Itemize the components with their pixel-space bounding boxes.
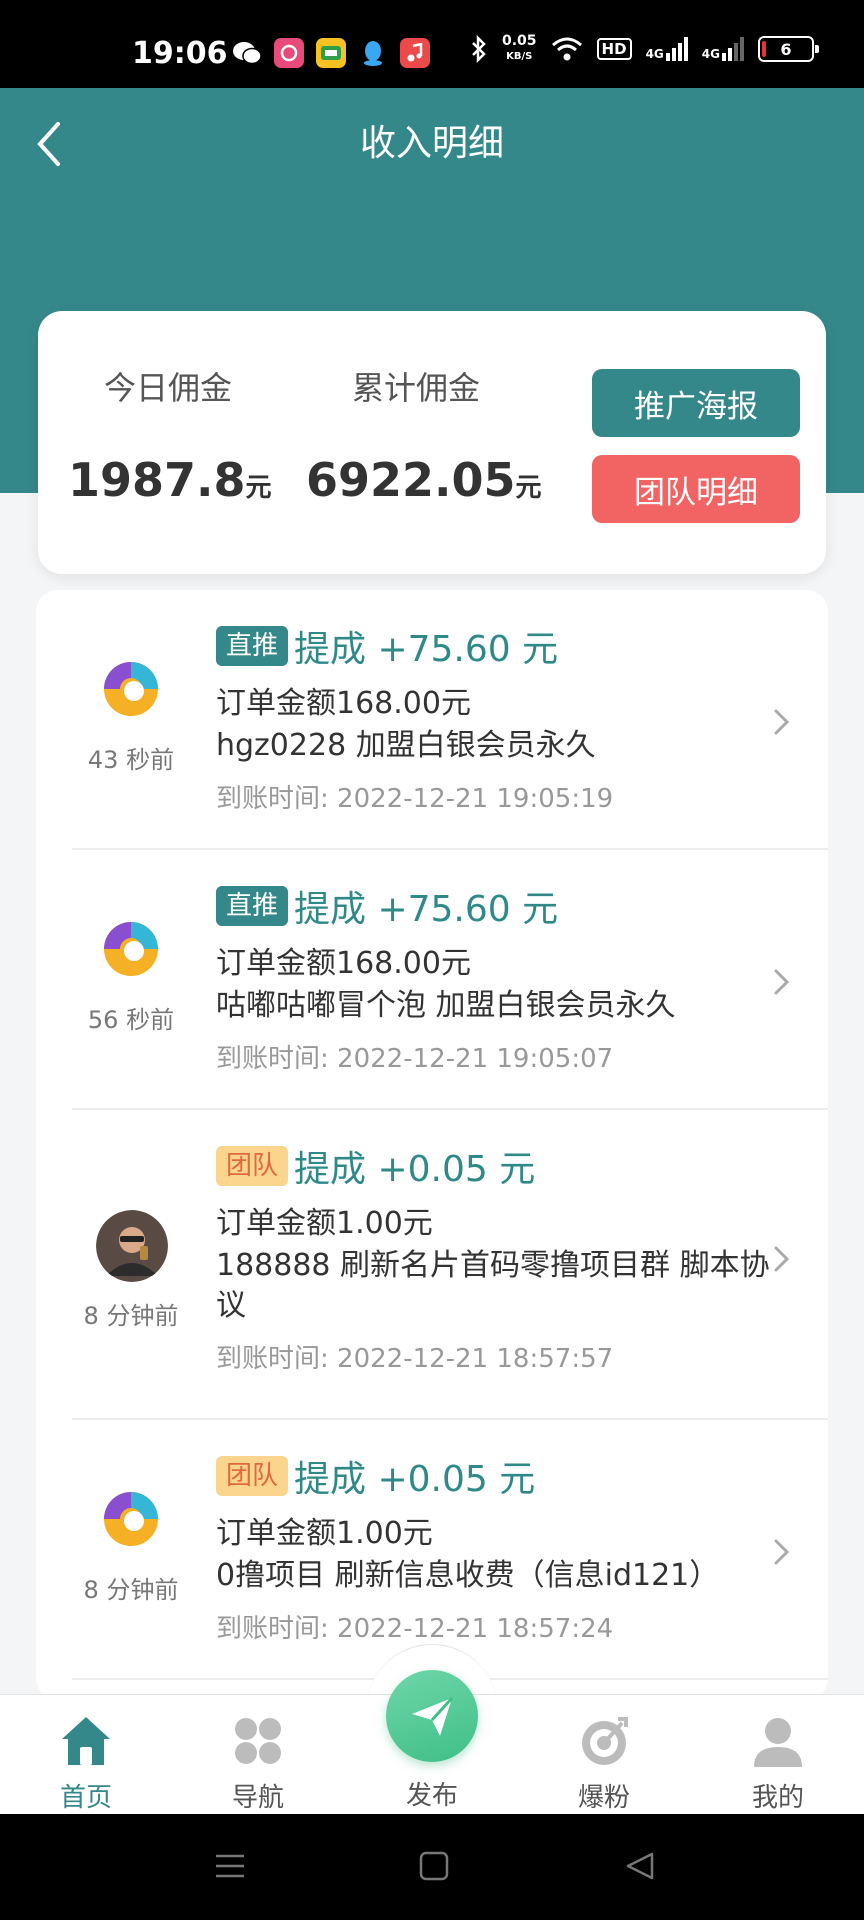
record-arrival-time: 到账时间: 2022-12-21 19:05:07 xyxy=(216,1044,614,1074)
battery-icon: 6 xyxy=(757,36,819,62)
status-time: 19:06 xyxy=(132,36,228,71)
status-right-icons: 0.05 KB/S HD 4G 4G 6 xyxy=(470,34,819,64)
wifi-icon xyxy=(551,37,582,61)
record-time-ago: 56 秒前 xyxy=(87,1006,175,1034)
app-icon-pink xyxy=(274,38,304,68)
network-label-2: 4G xyxy=(701,47,720,61)
record-order-amount: 订单金额1.00元 xyxy=(216,1516,433,1551)
home-square-icon[interactable] xyxy=(416,1848,452,1884)
notification-icons xyxy=(232,38,430,68)
paper-plane-icon xyxy=(412,1696,454,1736)
status-bar: 19:06 0.05 KB/S HD 4G 4G 6 xyxy=(0,0,864,88)
record-description: hgz0228 加盟白银会员永久 xyxy=(216,728,596,763)
today-commission-label: 今日佣金 xyxy=(103,369,232,407)
record-time-ago: 8 分钟前 xyxy=(83,1302,179,1330)
record-arrival-time: 到账时间: 2022-12-21 19:05:19 xyxy=(216,784,614,814)
total-commission: 累计佣金 6922.05元 xyxy=(306,363,542,507)
total-commission-value: 6922.05元 xyxy=(306,453,542,507)
signal-bars-2-icon xyxy=(721,37,744,61)
battery-level: 6 xyxy=(780,39,792,59)
chevron-right-icon xyxy=(774,969,790,995)
tab-mine[interactable]: 我的 xyxy=(718,1713,838,1814)
today-commission-amount: 1987.8 xyxy=(68,453,246,507)
avatar-logo-icon xyxy=(104,662,158,716)
record-info: 团队 提成 +0.05 元 订单金额1.00元 188888 刷新名片首码零撸项目… xyxy=(216,1140,796,1375)
page-title: 收入明细 xyxy=(359,123,504,164)
chevron-right-icon xyxy=(774,1246,790,1272)
list-item[interactable]: 56 秒前 直推 提成 +75.60 元 订单金额168.00元 咕嘟咕嘟冒个泡 … xyxy=(36,850,828,1110)
tab-home-label: 首页 xyxy=(59,1783,112,1813)
total-commission-label: 累计佣金 xyxy=(351,369,480,407)
publish-button[interactable] xyxy=(386,1670,478,1762)
back-triangle-icon[interactable] xyxy=(622,1848,658,1884)
chevron-right-icon xyxy=(774,1539,790,1565)
menu-icon[interactable] xyxy=(212,1848,248,1884)
record-tag-team: 团队 xyxy=(216,1456,289,1496)
tab-nav-label: 导航 xyxy=(231,1783,284,1813)
record-tag-team: 团队 xyxy=(216,1146,289,1186)
list-item[interactable]: 43 秒前 直推 提成 +75.60 元 订单金额168.00元 hgz0228 … xyxy=(36,590,828,850)
record-order-amount: 订单金额168.00元 xyxy=(216,686,471,721)
tab-publish[interactable]: 发布 xyxy=(372,1771,492,1812)
chevron-right-icon xyxy=(774,709,790,735)
today-commission: 今日佣金 1987.8元 xyxy=(68,363,272,507)
network-speed-unit: KB/S xyxy=(506,51,533,62)
commission-summary-card: 今日佣金 1987.8元 累计佣金 6922.05元 推广海报 团队明细 xyxy=(38,311,826,574)
list-item[interactable]: 8 分钟前 团队 提成 +0.05 元 订单金额1.00元 188888 刷新名片… xyxy=(36,1110,828,1420)
tab-nav[interactable]: 导航 xyxy=(198,1713,318,1814)
avatar-logo-icon xyxy=(104,922,158,976)
tab-fans-label: 爆粉 xyxy=(577,1783,630,1813)
app-icon-58 xyxy=(316,38,346,68)
record-tag-direct: 直推 xyxy=(216,626,289,666)
tab-fans[interactable]: 爆粉 xyxy=(544,1713,664,1814)
record-order-amount: 订单金额168.00元 xyxy=(216,946,471,981)
network-label-1: 4G xyxy=(645,47,664,61)
home-icon xyxy=(62,1717,110,1765)
record-arrival-time: 到账时间: 2022-12-21 18:57:57 xyxy=(216,1344,614,1374)
wechat-icon xyxy=(232,38,262,68)
today-commission-unit: 元 xyxy=(245,473,272,503)
hd-badge: HD xyxy=(596,38,632,60)
signal-bars-1-icon xyxy=(665,37,688,61)
bluetooth-icon xyxy=(472,35,486,63)
tab-publish-label: 发布 xyxy=(405,1781,458,1811)
record-tag-direct: 直推 xyxy=(216,886,289,926)
list-item[interactable]: 8 分钟前 团队 提成 +0.05 元 订单金额1.00元 0撸项目 刷新信息收费… xyxy=(36,1420,828,1680)
target-icon xyxy=(582,1717,628,1765)
grid-icon xyxy=(235,1718,281,1764)
record-arrival-time: 到账时间: 2022-12-21 18:57:24 xyxy=(216,1614,614,1644)
record-time-ago: 8 分钟前 xyxy=(83,1576,179,1604)
record-amount: 提成 +75.60 元 xyxy=(294,889,559,930)
team-details-button[interactable]: 团队明细 xyxy=(592,455,800,523)
total-commission-amount: 6922.05 xyxy=(306,453,516,507)
promo-poster-button[interactable]: 推广海报 xyxy=(592,369,800,437)
record-time-ago: 43 秒前 xyxy=(87,746,175,774)
record-amount: 提成 +0.05 元 xyxy=(294,1149,536,1190)
qq-icon xyxy=(358,38,388,68)
income-record-list: 43 秒前 直推 提成 +75.60 元 订单金额168.00元 hgz0228 … xyxy=(36,590,828,1700)
record-order-amount: 订单金额1.00元 xyxy=(216,1206,433,1241)
user-icon xyxy=(754,1718,802,1767)
record-description: 188888 刷新名片首码零撸项目群 脚本协议 xyxy=(216,1248,770,1323)
record-amount: 提成 +75.60 元 xyxy=(294,629,559,670)
tab-mine-label: 我的 xyxy=(751,1783,804,1813)
signal-2: 4G xyxy=(702,37,744,61)
total-commission-unit: 元 xyxy=(515,473,542,503)
record-description: 咕嘟咕嘟冒个泡 加盟白银会员永久 xyxy=(216,988,676,1023)
record-info: 直推 提成 +75.60 元 订单金额168.00元 咕嘟咕嘟冒个泡 加盟白银会员… xyxy=(216,880,796,1075)
network-speed: 0.05 KB/S xyxy=(502,34,537,64)
tab-home[interactable]: 首页 xyxy=(26,1713,146,1814)
avatar-logo-icon xyxy=(104,1492,158,1546)
today-commission-value: 1987.8元 xyxy=(68,453,272,507)
avatar-user-photo xyxy=(96,1210,168,1282)
network-speed-value: 0.05 xyxy=(502,33,537,49)
record-description: 0撸项目 刷新信息收费（信息id121） xyxy=(216,1558,720,1593)
record-amount: 提成 +0.05 元 xyxy=(294,1459,536,1500)
record-info: 直推 提成 +75.60 元 订单金额168.00元 hgz0228 加盟白银会员… xyxy=(216,620,796,815)
signal-1: 4G xyxy=(646,37,688,61)
system-nav-bar xyxy=(0,1814,864,1920)
record-info: 团队 提成 +0.05 元 订单金额1.00元 0撸项目 刷新信息收费（信息id1… xyxy=(216,1450,796,1645)
music-icon xyxy=(400,38,430,68)
